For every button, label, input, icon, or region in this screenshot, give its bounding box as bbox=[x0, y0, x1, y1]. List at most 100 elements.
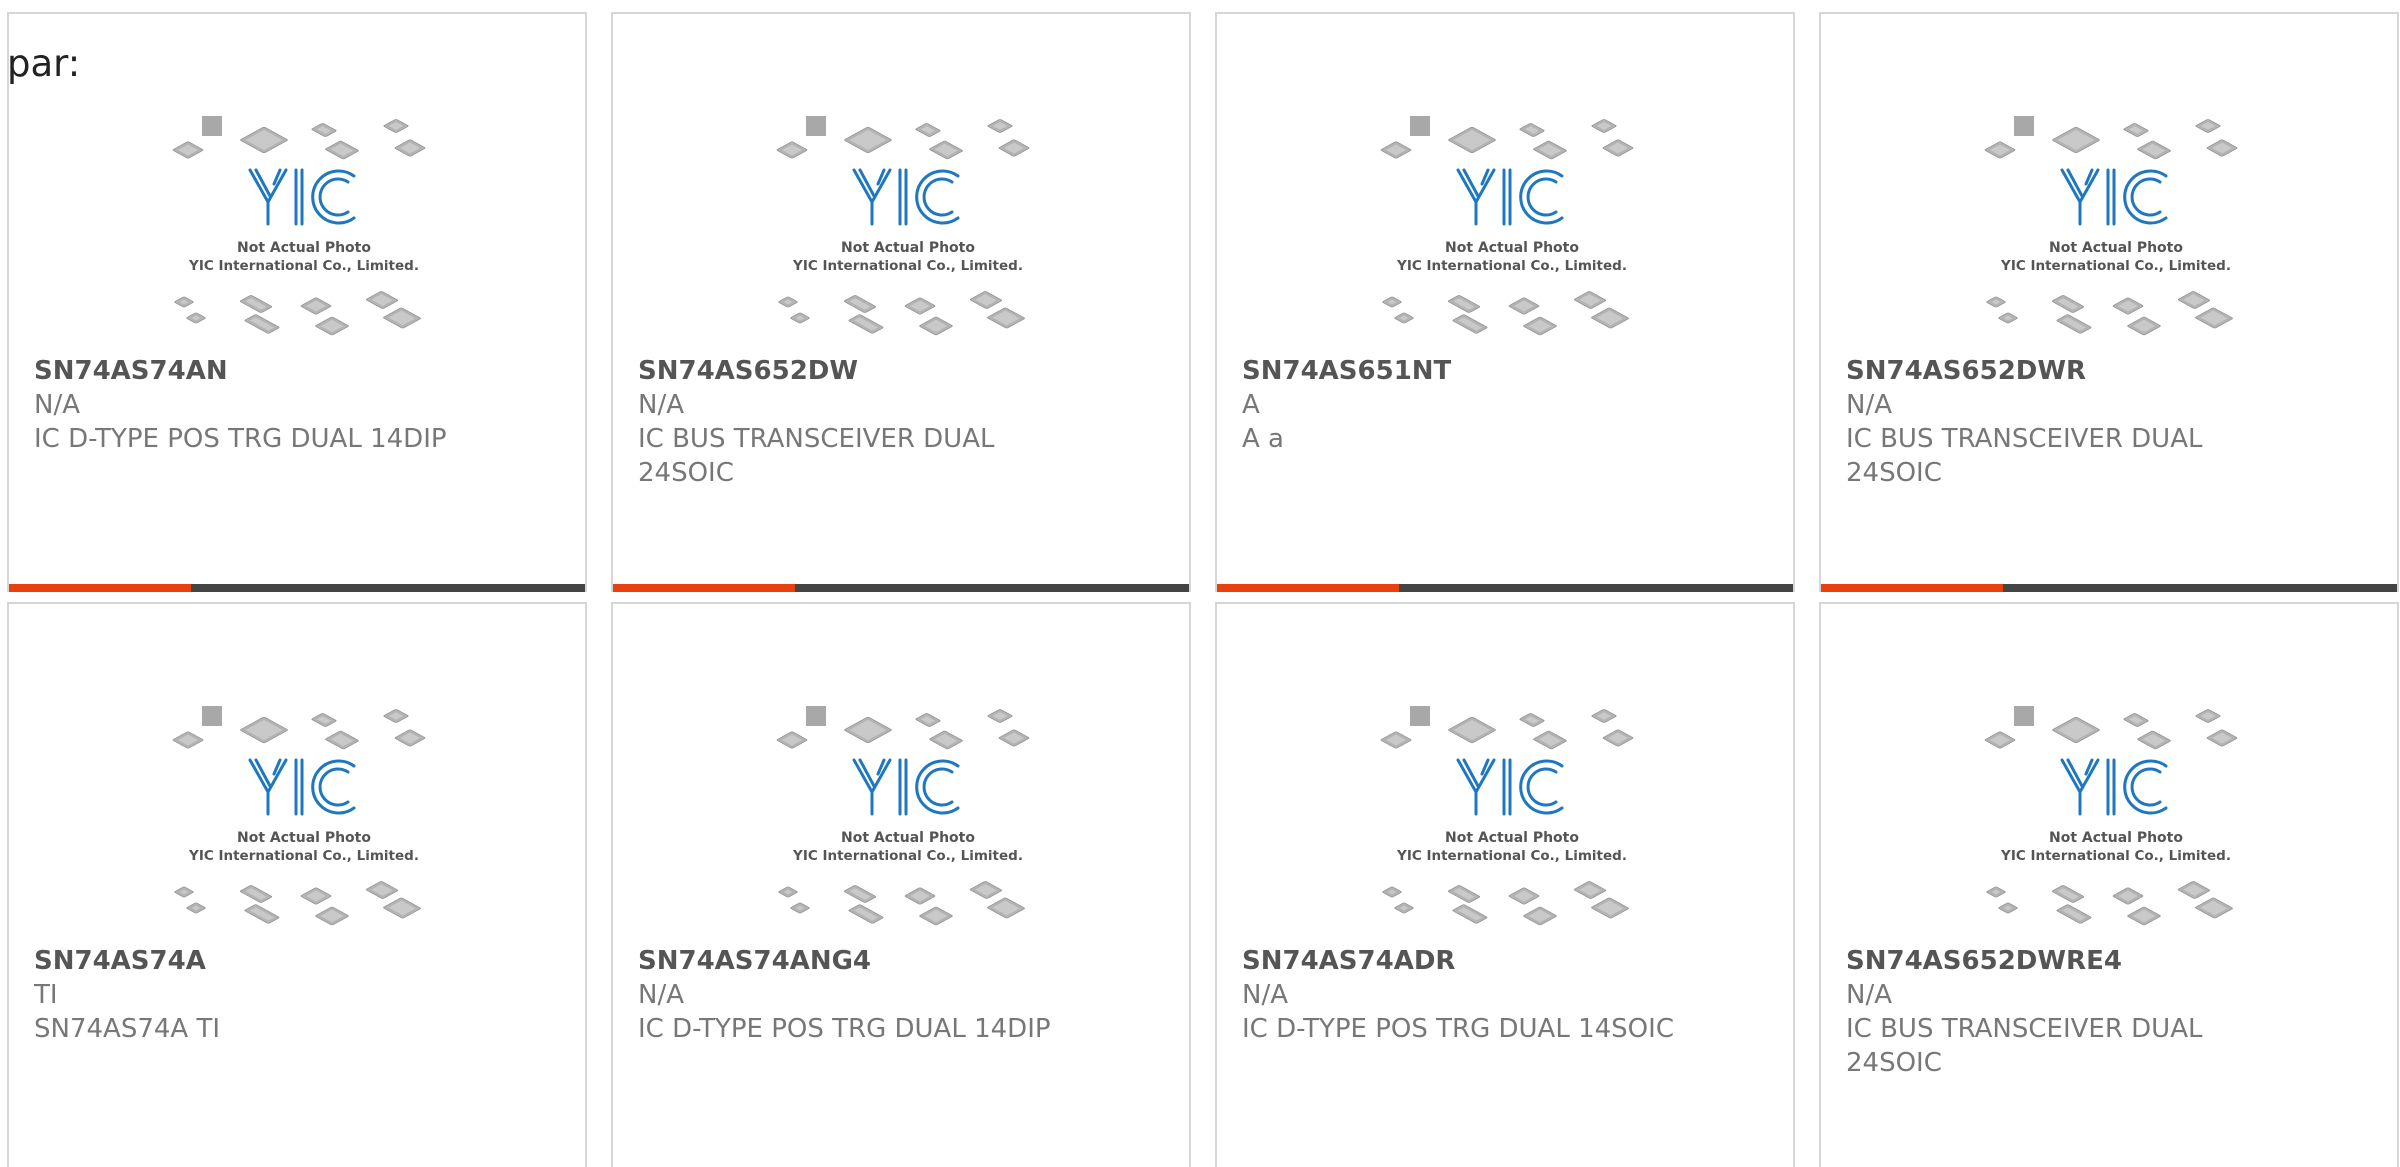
chip-icon bbox=[240, 716, 288, 744]
product-card[interactable]: Not Actual Photo YIC International Co., L… bbox=[611, 12, 1191, 592]
chip-icon bbox=[844, 716, 892, 744]
chip-icon bbox=[2178, 291, 2210, 309]
placeholder-photo[interactable]: Not Actual Photo YIC International Co., L… bbox=[1976, 694, 2256, 944]
chip-icon bbox=[1591, 307, 1629, 329]
chip-icon bbox=[2052, 885, 2084, 903]
manufacturer: TI bbox=[34, 980, 58, 1010]
part-number-link[interactable]: SN74AS652DWRE4 bbox=[1846, 944, 2366, 978]
part-number-link[interactable]: SN74AS74AN bbox=[34, 354, 554, 388]
placeholder-photo-art: Not Actual Photo YIC International Co., L… bbox=[776, 116, 1030, 336]
chip-icon bbox=[2112, 297, 2144, 315]
chip-icon bbox=[1382, 886, 1402, 898]
manufacturer: N/A bbox=[638, 980, 684, 1010]
chip-icon bbox=[2195, 119, 2221, 133]
photo-caption-line1: Not Actual Photo bbox=[2049, 830, 2183, 846]
placeholder-photo-art: Not Actual Photo YIC International Co., L… bbox=[1984, 116, 2238, 336]
chip-icon bbox=[325, 140, 359, 160]
chip-icon bbox=[1394, 312, 1414, 324]
product-card[interactable]: Not Actual Photo YIC International Co., L… bbox=[611, 602, 1191, 1167]
product-card[interactable]: Not Actual Photo YIC International Co., L… bbox=[1819, 12, 2399, 592]
description: IC D-TYPE POS TRG DUAL 14DIP bbox=[34, 424, 447, 454]
product-info: SN74AS74ANG4 N/A IC D-TYPE POS TRG DUAL … bbox=[638, 944, 1158, 1046]
chip-icon bbox=[806, 706, 826, 726]
chip-icon bbox=[987, 897, 1025, 919]
chip-icon bbox=[2195, 897, 2233, 919]
chip-icon bbox=[2014, 116, 2034, 136]
product-card[interactable]: Not Actual Photo YIC International Co., L… bbox=[7, 12, 587, 592]
chip-icon bbox=[1410, 706, 1430, 726]
yic-logo-icon bbox=[248, 168, 356, 226]
product-card[interactable]: Not Actual Photo YIC International Co., L… bbox=[1215, 602, 1795, 1167]
description: SN74AS74A TI bbox=[34, 1014, 221, 1044]
chip-icon bbox=[2123, 123, 2149, 137]
product-card[interactable]: Not Actual Photo YIC International Co., L… bbox=[1215, 12, 1795, 592]
chip-icon bbox=[1448, 126, 1496, 154]
chip-icon bbox=[844, 885, 876, 903]
chip-icon bbox=[970, 291, 1002, 309]
yic-logo-icon bbox=[1456, 168, 1564, 226]
card-accent-bar bbox=[613, 584, 1189, 592]
placeholder-photo[interactable]: Not Actual Photo YIC International Co., L… bbox=[768, 104, 1048, 354]
chip-icon bbox=[998, 139, 1030, 157]
chip-icon bbox=[1448, 716, 1496, 744]
photo-caption-line2: YIC International Co., Limited. bbox=[792, 258, 1023, 274]
part-number-link[interactable]: SN74AS74A bbox=[34, 944, 554, 978]
chip-icon bbox=[929, 730, 963, 750]
part-number-link[interactable]: SN74AS651NT bbox=[1242, 354, 1762, 388]
description: A a bbox=[1242, 424, 1284, 454]
placeholder-photo[interactable]: Not Actual Photo YIC International Co., L… bbox=[1372, 694, 1652, 944]
placeholder-photo[interactable]: Not Actual Photo YIC International Co., L… bbox=[768, 694, 1048, 944]
placeholder-photo[interactable]: Not Actual Photo YIC International Co., L… bbox=[1372, 104, 1652, 354]
chip-icon bbox=[315, 906, 349, 926]
placeholder-photo[interactable]: Not Actual Photo YIC International Co., L… bbox=[1976, 104, 2256, 354]
photo-caption-line1: Not Actual Photo bbox=[841, 830, 975, 846]
chip-icon bbox=[240, 295, 272, 313]
chip-icon bbox=[1591, 709, 1617, 723]
photo-caption-line1: Not Actual Photo bbox=[841, 240, 975, 256]
chip-icon bbox=[2014, 706, 2034, 726]
chip-icon bbox=[2052, 295, 2084, 313]
description: IC BUS TRANSCEIVER DUAL 24SOIC bbox=[1846, 424, 2203, 488]
yic-logo-icon bbox=[852, 168, 960, 226]
placeholder-photo[interactable]: Not Actual Photo YIC International Co., L… bbox=[164, 104, 444, 354]
chip-icon bbox=[2206, 729, 2238, 747]
chip-icon bbox=[1574, 291, 1606, 309]
chip-icon bbox=[383, 119, 409, 133]
chip-icon bbox=[1998, 312, 2018, 324]
chip-icon bbox=[240, 126, 288, 154]
chip-icon bbox=[844, 295, 876, 313]
part-number-link[interactable]: SN74AS74ANG4 bbox=[638, 944, 1158, 978]
chip-icon bbox=[172, 141, 204, 159]
chip-icon bbox=[1448, 885, 1480, 903]
part-number-link[interactable]: SN74AS652DWR bbox=[1846, 354, 2366, 388]
chip-icon bbox=[987, 307, 1025, 329]
chip-icon bbox=[778, 886, 798, 898]
photo-caption-line1: Not Actual Photo bbox=[2049, 240, 2183, 256]
chip-icon bbox=[2056, 314, 2092, 334]
photo-caption-line2: YIC International Co., Limited. bbox=[1396, 258, 1627, 274]
chip-icon bbox=[929, 140, 963, 160]
chip-icon bbox=[300, 887, 332, 905]
chip-icon bbox=[2206, 139, 2238, 157]
chip-icon bbox=[919, 316, 953, 336]
chip-icon bbox=[2052, 126, 2100, 154]
chip-icon bbox=[1591, 119, 1617, 133]
chip-icon bbox=[2178, 881, 2210, 899]
manufacturer: N/A bbox=[34, 390, 80, 420]
product-card[interactable]: Not Actual Photo YIC International Co., L… bbox=[7, 602, 587, 1167]
chip-icon bbox=[394, 729, 426, 747]
product-card[interactable]: Not Actual Photo YIC International Co., L… bbox=[1819, 602, 2399, 1167]
chip-icon bbox=[1602, 139, 1634, 157]
placeholder-photo-art: Not Actual Photo YIC International Co., L… bbox=[1380, 706, 1634, 926]
chip-icon bbox=[244, 314, 280, 334]
placeholder-photo-art: Not Actual Photo YIC International Co., L… bbox=[1380, 116, 1634, 336]
chip-icon bbox=[172, 731, 204, 749]
chip-icon bbox=[202, 706, 222, 726]
placeholder-photo[interactable]: Not Actual Photo YIC International Co., L… bbox=[164, 694, 444, 944]
part-number-link[interactable]: SN74AS74ADR bbox=[1242, 944, 1762, 978]
chip-icon bbox=[1380, 141, 1412, 159]
part-number-link[interactable]: SN74AS652DW bbox=[638, 354, 1158, 388]
placeholder-photo-art: Not Actual Photo YIC International Co., L… bbox=[172, 706, 426, 926]
chip-icon bbox=[1508, 297, 1540, 315]
chip-icon bbox=[174, 296, 194, 308]
